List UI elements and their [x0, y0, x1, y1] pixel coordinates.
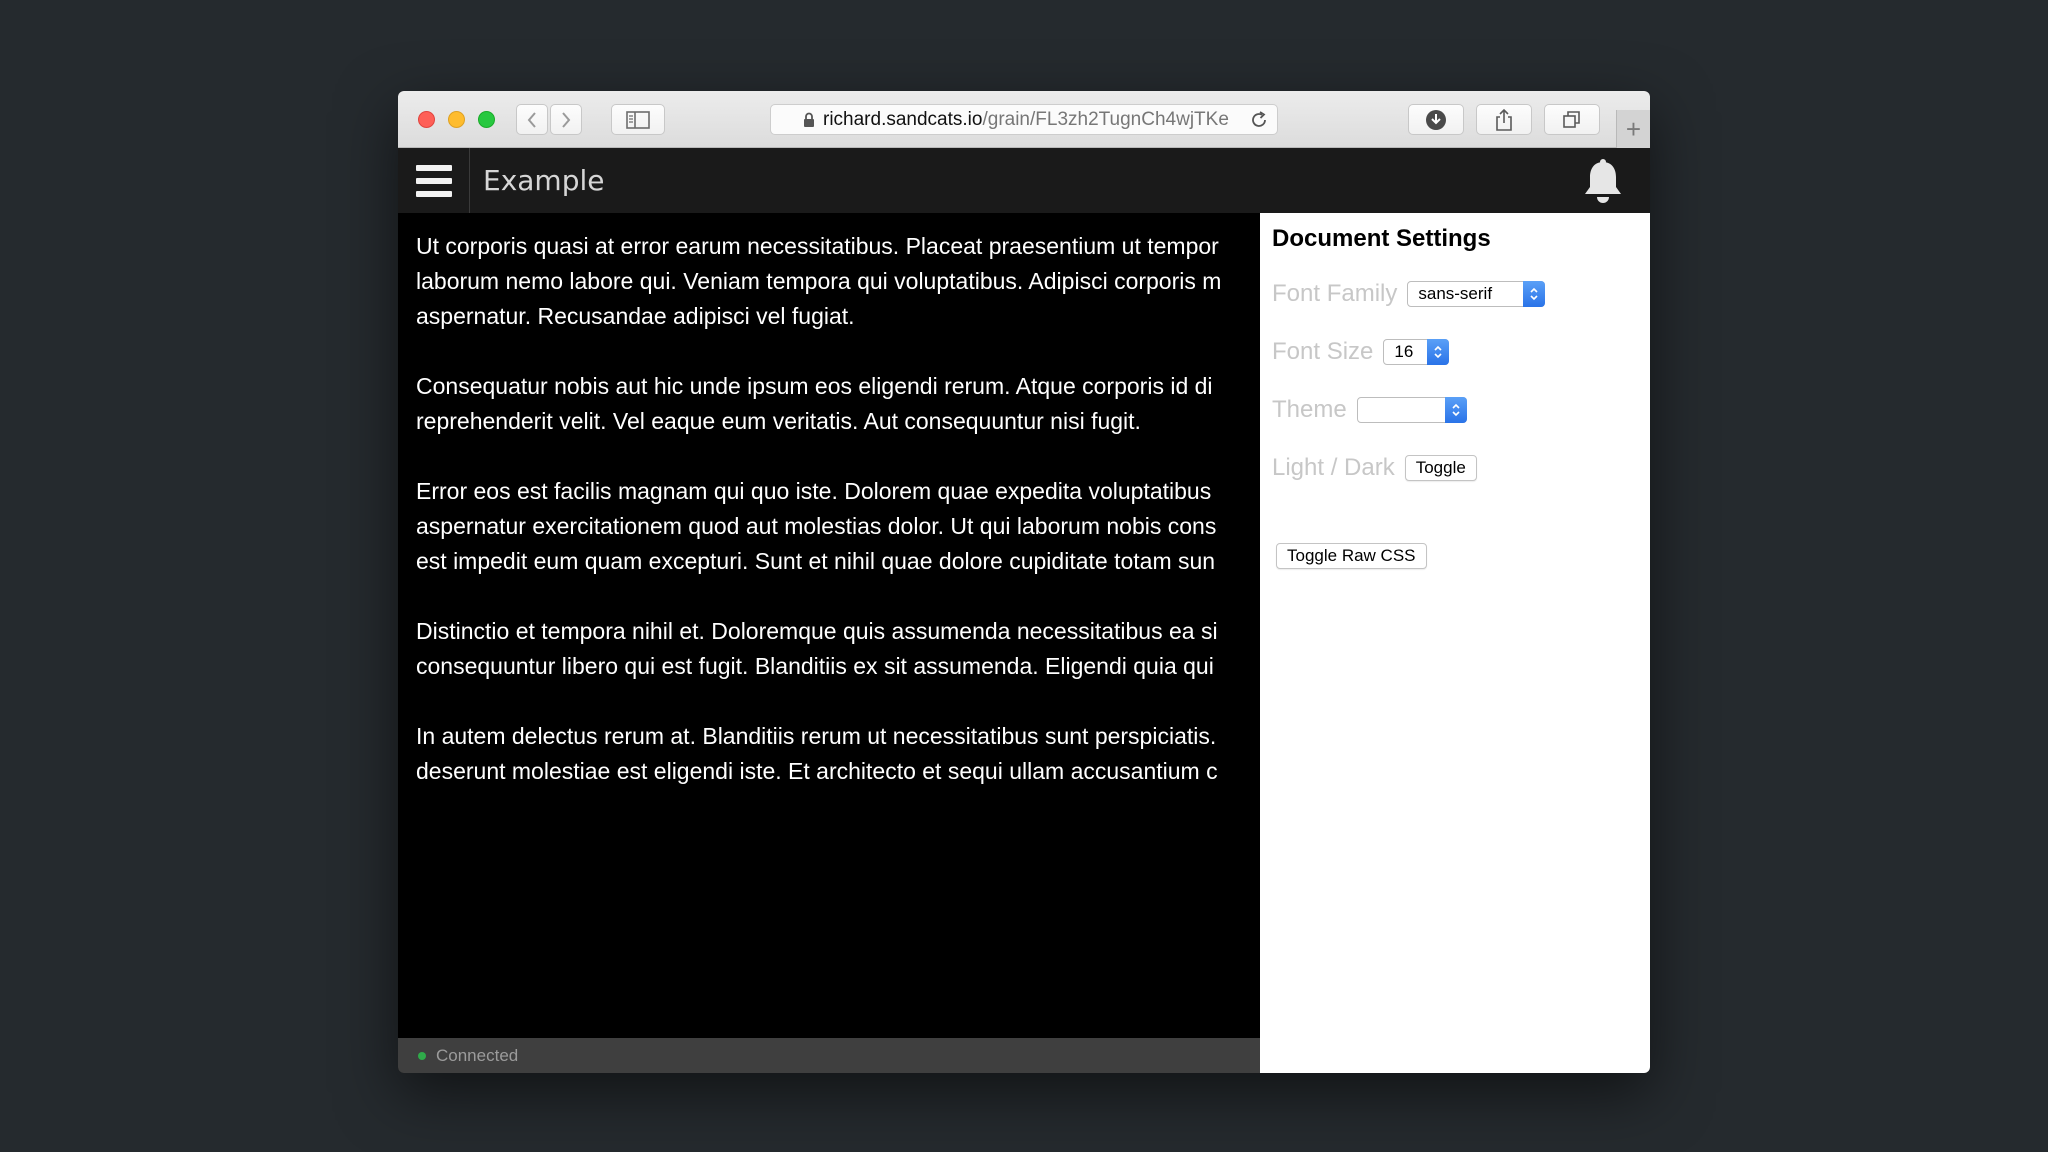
browser-toolbar: richard.sandcats.io/grain/FL3zh2TugnCh4w… [398, 91, 1650, 148]
paragraph: Ut corporis quasi at error earum necessi… [416, 229, 1260, 334]
menu-icon-bar [415, 190, 452, 197]
url-path: /grain/FL3zh2TugnCh4wjTKe [982, 108, 1229, 130]
font-size-select[interactable]: 16 [1383, 339, 1450, 365]
text-line: In autem delectus rerum at. Blanditiis r… [416, 723, 1217, 749]
plus-icon: + [1625, 113, 1642, 144]
raw-css-row: Toggle Raw CSS [1276, 543, 1427, 569]
font-family-row: Font Family sans-serif [1272, 280, 1546, 308]
paragraph: Error eos est facilis magnam qui quo ist… [416, 474, 1260, 579]
forward-button[interactable] [550, 104, 582, 135]
font-family-value: sans-serif [1418, 284, 1493, 303]
select-arrows-icon [1444, 397, 1467, 423]
text-line: deserunt molestiae est eligendi iste. Et… [416, 758, 1218, 784]
downloads-button[interactable] [1408, 104, 1464, 135]
zoom-window-button[interactable] [478, 111, 495, 128]
menu-icon-bar [415, 164, 452, 171]
text-line: aspernatur. Recusandae adipisci vel fugi… [416, 303, 855, 329]
font-size-row: Font Size 16 [1272, 338, 1450, 366]
toggle-raw-css-button[interactable]: Toggle Raw CSS [1276, 543, 1427, 569]
minimize-window-button[interactable] [448, 111, 465, 128]
document-content: Ut corporis quasi at error earum necessi… [398, 213, 1260, 1029]
document-text: Ut corporis quasi at error earum necessi… [398, 213, 1260, 789]
sidebar-icon [626, 110, 650, 129]
text-line: Consequatur nobis aut hic unde ipsum eos… [416, 373, 1213, 399]
paragraph: In autem delectus rerum at. Blanditiis r… [416, 719, 1260, 789]
text-line: consequuntur libero qui est fugit. Bland… [416, 653, 1214, 679]
back-button[interactable] [516, 104, 548, 135]
font-size-label: Font Size [1272, 338, 1374, 365]
font-family-label: Font Family [1272, 280, 1398, 307]
text-line: est impedit eum quam excepturi. Sunt et … [416, 548, 1216, 574]
tabs-overview-button[interactable] [1544, 104, 1600, 135]
document-settings-panel: Document Settings Font Family sans-serif… [1260, 213, 1650, 1073]
font-family-select[interactable]: sans-serif [1407, 281, 1546, 307]
text-line: laborum nemo labore qui. Veniam tempora … [416, 268, 1222, 294]
hamburger-menu-button[interactable] [398, 148, 470, 213]
settings-title: Document Settings [1272, 225, 1491, 252]
text-line: Distinctio et tempora nihil et. Doloremq… [416, 618, 1218, 644]
font-size-value: 16 [1394, 342, 1414, 361]
light-dark-toggle-button[interactable]: Toggle [1404, 455, 1477, 481]
reload-icon[interactable] [1249, 110, 1269, 130]
text-line: aspernatur exercitationem quod aut moles… [416, 513, 1217, 539]
paragraph: Consequatur nobis aut hic unde ipsum eos… [416, 369, 1260, 439]
share-button[interactable] [1476, 104, 1532, 135]
browser-window: richard.sandcats.io/grain/FL3zh2TugnCh4w… [398, 91, 1650, 1073]
url-host: richard.sandcats.io [823, 108, 983, 130]
tabs-icon [1563, 110, 1580, 128]
theme-label: Theme [1272, 396, 1347, 423]
select-arrows-icon [1523, 281, 1546, 307]
text-line: Error eos est facilis magnam qui quo ist… [416, 478, 1212, 504]
connection-status-dot [418, 1051, 426, 1060]
url-text: richard.sandcats.io/grain/FL3zh2TugnCh4w… [823, 109, 1233, 131]
menu-icon-bar [415, 177, 452, 184]
address-bar[interactable]: richard.sandcats.io/grain/FL3zh2TugnCh4w… [770, 104, 1278, 135]
sidebar-button[interactable] [611, 104, 665, 135]
chevron-left-icon [527, 111, 536, 128]
bell-icon[interactable] [1580, 158, 1626, 206]
new-tab-button[interactable]: + [1616, 110, 1650, 148]
text-line: reprehenderit velit. Vel eaque eum verit… [416, 408, 1141, 434]
status-bar: Connected [398, 1038, 1260, 1073]
theme-row: Theme [1272, 396, 1467, 424]
app-header: Example [398, 148, 1650, 213]
light-dark-label: Light / Dark [1272, 454, 1395, 481]
light-dark-row: Light / Dark Toggle [1272, 454, 1477, 482]
select-arrows-icon [1427, 339, 1450, 365]
share-icon [1496, 108, 1512, 131]
theme-select[interactable] [1356, 397, 1467, 423]
chevron-right-icon [562, 111, 571, 128]
close-window-button[interactable] [418, 111, 435, 128]
app-title: Example [483, 164, 605, 197]
download-icon [1426, 109, 1446, 130]
lock-icon [804, 112, 814, 127]
paragraph: Distinctio et tempora nihil et. Doloremq… [416, 614, 1260, 684]
text-line: Ut corporis quasi at error earum necessi… [416, 233, 1219, 259]
connection-status-label: Connected [436, 1045, 519, 1065]
